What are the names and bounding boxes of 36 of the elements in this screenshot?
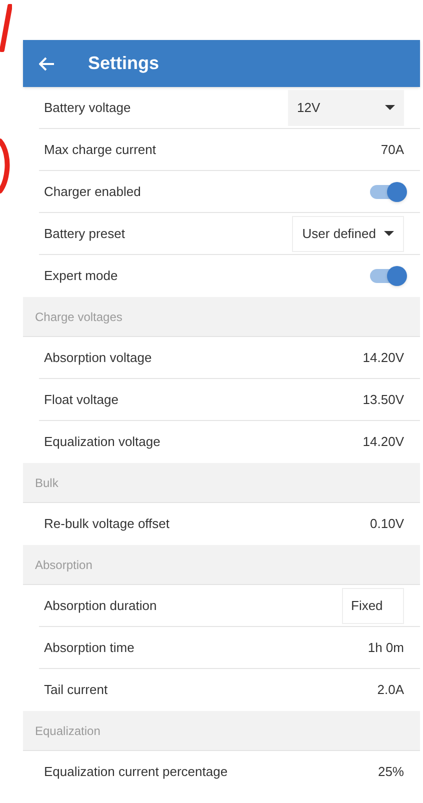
section-header: Charge voltages — [23, 297, 420, 337]
caret-icon — [385, 105, 395, 110]
setting-label: Absorption duration — [44, 596, 157, 615]
option-button[interactable]: Fixed — [342, 588, 404, 624]
section-header: Absorption — [23, 545, 420, 585]
setting-label: Max charge current — [44, 140, 156, 159]
setting-value: 70A — [380, 140, 404, 159]
screen-title: Settings — [88, 52, 160, 75]
setting-label: Battery voltage — [44, 98, 131, 117]
setting-value: 2.0A — [377, 681, 404, 700]
setting-value: 14.20V — [362, 348, 404, 367]
setting-label: Battery preset — [44, 224, 125, 243]
back-arrow-icon[interactable] — [39, 56, 55, 70]
setting-label: Absorption time — [44, 638, 134, 657]
setting-label: Equalization current percentage — [44, 763, 228, 782]
setting-label: Charger enabled — [44, 182, 141, 201]
setting-label: Float voltage — [44, 390, 118, 409]
setting-label: Absorption voltage — [44, 348, 152, 367]
setting-value: 13.50V — [362, 390, 404, 409]
caret-icon — [384, 231, 394, 236]
setting-value: 1h 0m — [368, 638, 404, 657]
setting-label: Tail current — [44, 681, 108, 700]
setting-label: Re-bulk voltage offset — [44, 515, 170, 534]
setting-label: Expert mode — [44, 267, 118, 286]
curve-mark-icon — [0, 138, 10, 194]
slash-mark-icon — [0, 4, 12, 52]
toggle-switch[interactable] — [370, 184, 404, 198]
dropdown[interactable]: User defined — [292, 216, 404, 252]
setting-label: Equalization voltage — [44, 433, 160, 452]
toggle-switch[interactable] — [370, 269, 404, 283]
setting-value: 14.20V — [362, 433, 404, 452]
section-header: Equalization — [23, 711, 420, 751]
section-header: Bulk — [23, 463, 420, 503]
setting-value: 25% — [378, 763, 404, 782]
setting-value: 0.10V — [370, 515, 404, 534]
dropdown[interactable]: 12V — [288, 90, 404, 126]
